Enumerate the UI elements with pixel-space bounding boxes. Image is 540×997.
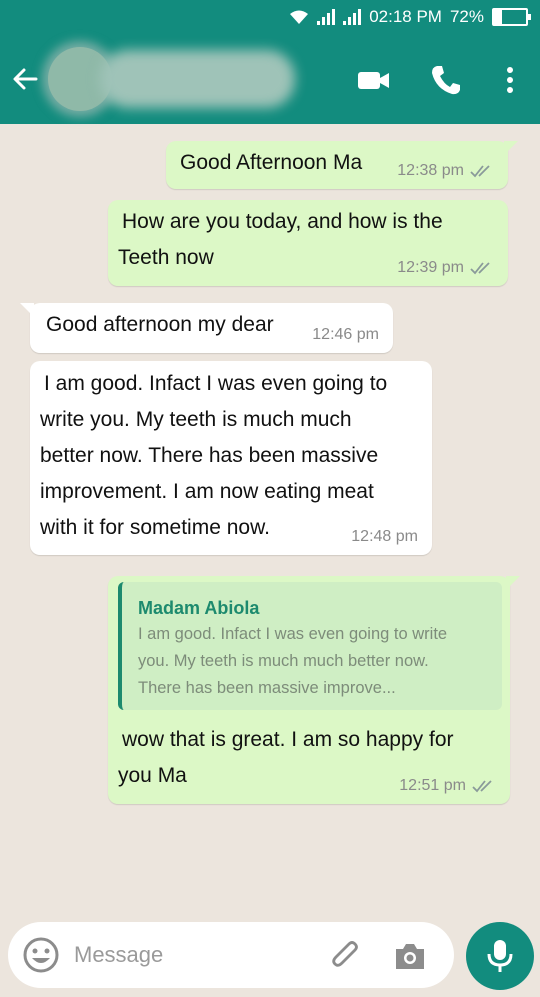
wifi-icon bbox=[290, 10, 309, 24]
status-bar: 02:18 PM 72% bbox=[0, 0, 540, 34]
battery-icon bbox=[492, 8, 531, 26]
message-outgoing-reply[interactable]: Madam Abiola I am good. Infact I was eve… bbox=[108, 576, 520, 804]
message-time: 12:38 pm bbox=[397, 162, 464, 179]
message-incoming[interactable]: I am good. Infact I was even going to wr… bbox=[30, 361, 432, 555]
contact-name-blurred[interactable] bbox=[100, 50, 295, 108]
emoji-icon[interactable] bbox=[22, 936, 60, 974]
more-vertical-icon[interactable] bbox=[492, 62, 528, 98]
message-incoming[interactable]: Good afternoon my dear 12:46 pm bbox=[20, 303, 393, 353]
arrow-left-icon[interactable] bbox=[10, 64, 40, 94]
message-text-line: Teeth now bbox=[118, 246, 214, 269]
phone-icon[interactable] bbox=[428, 62, 464, 98]
message-text: Good afternoon my dear bbox=[46, 313, 274, 336]
quoted-text-line: I am good. Infact I was even going to wr… bbox=[138, 625, 448, 643]
video-camera-icon[interactable] bbox=[356, 62, 392, 98]
double-check-icon bbox=[470, 262, 490, 275]
message-meta: 12:51 pm bbox=[399, 776, 496, 796]
message-text-line: How are you today, and how is the bbox=[122, 210, 443, 233]
double-check-icon bbox=[470, 165, 490, 178]
message-text-line: I am good. Infact I was even going to bbox=[44, 372, 388, 395]
signal-icon-2 bbox=[343, 9, 362, 25]
chat-header bbox=[0, 34, 540, 124]
message-outgoing[interactable]: How are you today, and how is the Teeth … bbox=[108, 200, 508, 286]
message-meta: 12:46 pm bbox=[312, 325, 379, 345]
message-meta: 12:48 pm bbox=[351, 527, 418, 547]
message-text-line: write you. My teeth is much much bbox=[40, 408, 352, 431]
message-meta: 12:39 pm bbox=[397, 258, 494, 278]
microphone-icon bbox=[487, 940, 513, 972]
message-outgoing[interactable]: Good Afternoon Ma 12:38 pm bbox=[166, 141, 518, 189]
message-composer bbox=[8, 922, 454, 988]
battery-percent: 72% bbox=[449, 7, 484, 26]
message-text-line: improvement. I am now eating meat bbox=[40, 480, 374, 503]
message-time: 12:46 pm bbox=[312, 326, 379, 343]
double-check-icon bbox=[472, 780, 492, 793]
message-time: 12:39 pm bbox=[397, 259, 464, 276]
paperclip-icon[interactable] bbox=[330, 939, 364, 973]
signal-icon bbox=[317, 9, 336, 25]
message-time: 12:51 pm bbox=[399, 777, 466, 794]
message-text-line: better now. There has been massive bbox=[40, 444, 379, 467]
quoted-author: Madam Abiola bbox=[138, 598, 260, 618]
quoted-text-line: you. My teeth is much much better now. bbox=[138, 652, 429, 670]
message-text-line: you Ma bbox=[118, 764, 187, 787]
message-text: Good Afternoon Ma bbox=[180, 151, 363, 174]
message-text-line: with it for sometime now. bbox=[40, 516, 270, 539]
quoted-text-line: There has been massive improve... bbox=[138, 679, 396, 697]
quoted-message[interactable]: Madam Abiola I am good. Infact I was eve… bbox=[118, 582, 502, 710]
message-time: 12:48 pm bbox=[351, 528, 418, 545]
message-text-line: wow that is great. I am so happy for bbox=[122, 728, 454, 751]
message-input[interactable] bbox=[74, 938, 324, 972]
microphone-button[interactable] bbox=[466, 922, 534, 990]
camera-icon[interactable] bbox=[392, 939, 428, 973]
message-meta: 12:38 pm bbox=[397, 161, 494, 181]
chat-area[interactable]: Good Afternoon Ma 12:38 pm How are you t… bbox=[0, 124, 540, 924]
status-time: 02:18 PM bbox=[369, 7, 442, 26]
